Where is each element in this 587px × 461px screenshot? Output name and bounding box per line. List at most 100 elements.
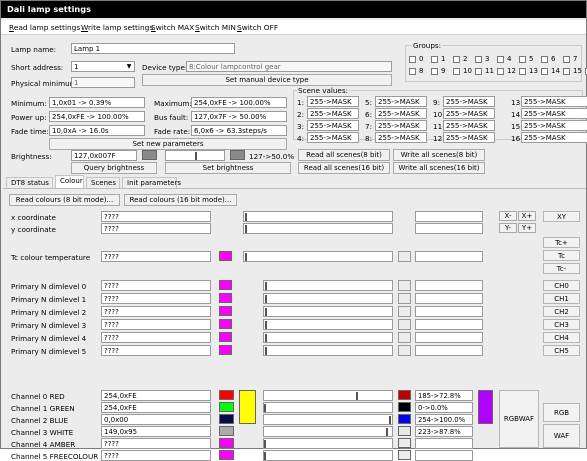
group-checkbox[interactable] (431, 68, 438, 75)
scene-value-field[interactable]: 255->MASK (307, 108, 359, 119)
slider-thumb[interactable] (265, 295, 267, 303)
scene-value-field[interactable]: 255->MASK (521, 108, 587, 119)
group-checkbox[interactable] (519, 56, 526, 63)
channel-slider[interactable] (263, 390, 393, 401)
power-up-field[interactable]: 254,0xFE -> 100.00% (49, 111, 145, 122)
primary-dimlevel-slider[interactable] (263, 280, 393, 291)
menu-write-lamp-settings[interactable]: Write lamp settings (81, 23, 153, 32)
slider-thumb[interactable] (245, 213, 247, 221)
slider-thumb[interactable] (265, 334, 267, 342)
channel-value-field[interactable]: ???? (101, 450, 211, 461)
primary-dimlevel-slider[interactable] (263, 293, 393, 304)
slider-thumb[interactable] (245, 253, 247, 261)
rgb-button[interactable]: RGB (543, 403, 580, 422)
primary-dimlevel-field[interactable]: ???? (101, 293, 211, 304)
query-brightness-button[interactable]: Query brightness (71, 162, 157, 174)
tc-colour-temperature-field[interactable]: ???? (101, 251, 211, 262)
tc-slider[interactable] (243, 251, 393, 262)
slider-thumb[interactable] (264, 440, 266, 448)
channel-select-button[interactable]: CH4 (543, 332, 580, 343)
short-address-select[interactable]: 1 ▼ (71, 61, 135, 72)
bus-fault-field[interactable]: 127,0x7F -> 50.00% (191, 111, 287, 122)
slider-thumb[interactable] (265, 347, 267, 355)
group-checkbox[interactable] (497, 68, 504, 75)
slider-thumb[interactable] (265, 282, 267, 290)
tc-minus-button[interactable]: Tc- (543, 263, 580, 274)
scene-value-field[interactable]: 255->MASK (375, 132, 427, 143)
group-checkbox[interactable] (563, 68, 570, 75)
channel-slider[interactable] (263, 450, 393, 461)
read-all-scenes-16bit-button[interactable]: Read all scenes(16 bit) (298, 162, 390, 174)
group-checkbox[interactable] (541, 68, 548, 75)
tab-colour[interactable]: Colour (55, 175, 84, 188)
scene-value-field[interactable]: 255->MASK (375, 108, 427, 119)
primary-dimlevel-slider[interactable] (263, 332, 393, 343)
write-all-scenes-16bit-button[interactable]: Write all scenes(16 bit) (393, 162, 485, 174)
waf-button[interactable]: WAF (543, 424, 580, 448)
slider-thumb[interactable] (265, 321, 267, 329)
channel-select-button[interactable]: CH1 (543, 293, 580, 304)
scene-value-field[interactable]: 255->MASK (443, 132, 495, 143)
group-checkbox[interactable] (541, 56, 548, 63)
rgbwaf-button[interactable]: RGBWAF (499, 390, 539, 448)
primary-dimlevel-field[interactable]: ???? (101, 306, 211, 317)
scene-value-field[interactable]: 255->MASK (375, 96, 427, 107)
menu-read-lamp-settings[interactable]: Read lamp settings (9, 23, 80, 32)
scene-value-field[interactable]: 255->MASK (443, 120, 495, 131)
channel-value-field[interactable]: ???? (101, 438, 211, 449)
channel-value-field[interactable]: 149,0x95 (101, 426, 211, 437)
x-minus-button[interactable]: X- (499, 211, 517, 221)
scene-value-field[interactable]: 255->MASK (443, 108, 495, 119)
scene-value-field[interactable]: 255->MASK (307, 96, 359, 107)
group-checkbox[interactable] (409, 56, 416, 63)
scene-value-field[interactable]: 255->MASK (307, 132, 359, 143)
channel-value-field[interactable]: 254,0xFE (101, 390, 211, 401)
fade-time-field[interactable]: 10,0xA -> 16.0s (49, 125, 145, 136)
read-colours-16bit-button[interactable]: Read colours (16 bit mode)... (124, 194, 237, 206)
channel-slider[interactable] (263, 402, 393, 413)
tc-plus-button[interactable]: Tc+ (543, 237, 580, 248)
primary-dimlevel-field[interactable]: ???? (101, 319, 211, 330)
slider-thumb[interactable] (356, 392, 358, 400)
channel-value-field[interactable]: 254,0xFE (101, 402, 211, 413)
group-checkbox[interactable] (453, 56, 460, 63)
primary-dimlevel-field[interactable]: ???? (101, 332, 211, 343)
slider-thumb[interactable] (264, 404, 266, 412)
minimum-field[interactable]: 1,0x01 -> 0.39% (49, 97, 145, 108)
slider-thumb[interactable] (195, 152, 197, 160)
fade-rate-field[interactable]: 6,0x6 -> 63.3steps/s (191, 125, 287, 136)
read-all-scenes-8bit-button[interactable]: Read all scenes(8 bit) (298, 149, 390, 161)
primary-dimlevel-field[interactable]: ???? (101, 280, 211, 291)
group-checkbox[interactable] (475, 56, 482, 63)
set-manual-device-type-button[interactable]: Set manual device type (142, 74, 392, 86)
scene-value-field[interactable]: 255->MASK (443, 96, 495, 107)
maximum-field[interactable]: 254,0xFE -> 100.00% (191, 97, 287, 108)
set-brightness-button[interactable]: Set brightness (165, 162, 291, 174)
tab-dt8-status[interactable]: DT8 status (6, 177, 53, 188)
menu-switch-off[interactable]: Switch OFF (237, 23, 278, 32)
tc-button[interactable]: Tc (543, 250, 580, 261)
y-coordinate-slider[interactable] (243, 223, 393, 234)
primary-dimlevel-slider[interactable] (263, 319, 393, 330)
channel-select-button[interactable]: CH0 (543, 280, 580, 291)
slider-thumb[interactable] (264, 452, 266, 460)
group-checkbox[interactable] (475, 68, 482, 75)
group-checkbox[interactable] (431, 56, 438, 63)
group-checkbox[interactable] (519, 68, 526, 75)
x-coordinate-field[interactable]: ???? (101, 211, 211, 222)
menu-switch-max[interactable]: Switch MAX (151, 23, 194, 32)
slider-thumb[interactable] (389, 416, 391, 424)
group-checkbox[interactable] (563, 56, 570, 63)
y-plus-button[interactable]: Y+ (518, 223, 536, 233)
scene-value-field[interactable]: 255->MASK (521, 132, 587, 143)
tab-scenes[interactable]: Scenes (86, 177, 120, 188)
channel-select-button[interactable]: CH3 (543, 319, 580, 330)
scene-value-field[interactable]: 255->MASK (375, 120, 427, 131)
group-checkbox[interactable] (497, 56, 504, 63)
set-new-parameters-button[interactable]: Set new parameters (49, 138, 287, 150)
channel-slider[interactable] (263, 438, 393, 449)
channel-select-button[interactable]: CH2 (543, 306, 580, 317)
channel-select-button[interactable]: CH5 (543, 345, 580, 356)
slider-thumb[interactable] (265, 308, 267, 316)
scene-value-field[interactable]: 255->MASK (521, 96, 587, 107)
